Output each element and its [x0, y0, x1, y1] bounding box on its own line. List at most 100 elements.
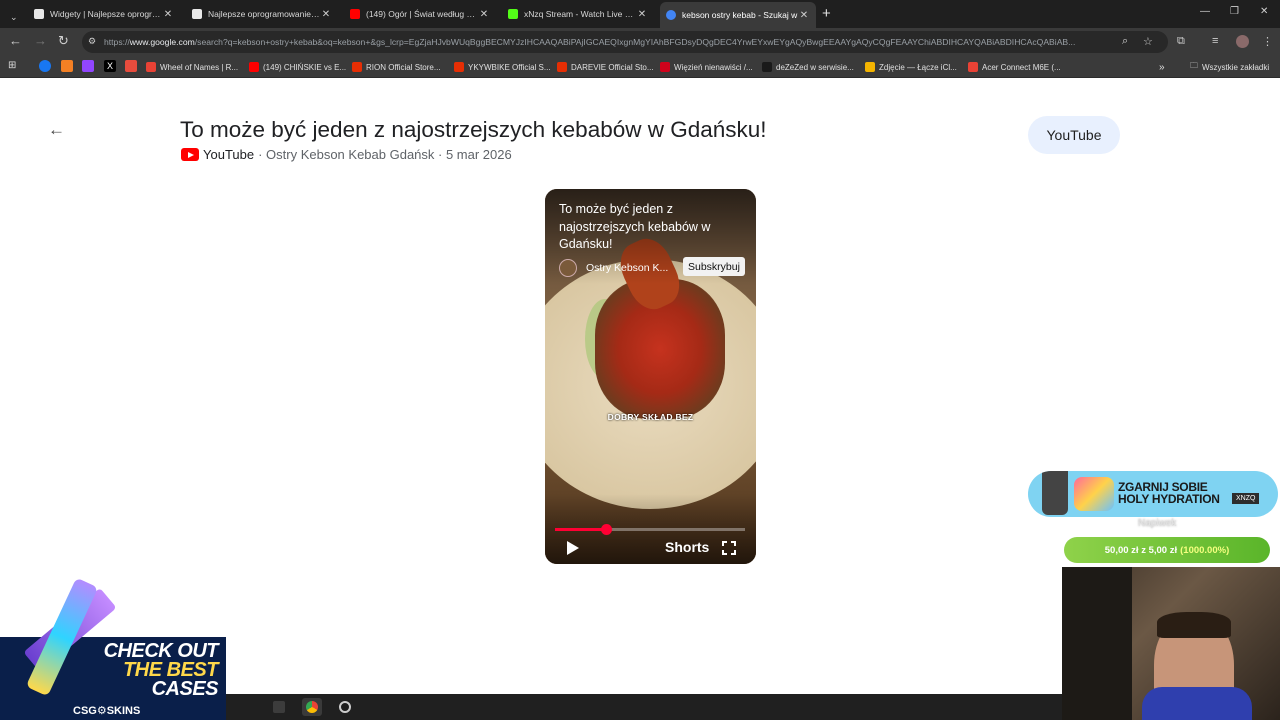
- bookmark-item[interactable]: Więzień nienawiści /...: [660, 60, 753, 74]
- browser-tab-bar: ⌄ Widgety | Najlepsze oprogramowanie ✕ N…: [0, 0, 1280, 28]
- sponsor-ad: CHECK OUT THE BEST CASES CSG⚙SKINS: [0, 577, 226, 720]
- all-bookmarks-label: Wszystkie zakładki: [1202, 62, 1270, 72]
- bookmark-item[interactable]: YKYWBIKE Official S...: [454, 60, 551, 74]
- terminal-taskbar-icon[interactable]: [269, 698, 289, 716]
- webcam-hair: [1157, 612, 1231, 638]
- back-arrow-icon[interactable]: ←: [48, 120, 65, 140]
- bookmark-label: Zdjęcie — Łącze iCl...: [879, 62, 957, 72]
- windows-taskbar: [226, 694, 1062, 720]
- fullscreen-icon[interactable]: [722, 541, 736, 555]
- result-meta-text: · Ostry Kebson Kebab Gdańsk · 5 mar 2026: [258, 147, 512, 162]
- video-channel[interactable]: Ostry Kebson K...: [559, 259, 668, 277]
- ad-brand: CSG⚙SKINS: [73, 705, 141, 717]
- url-domain: www.google.com: [129, 37, 195, 47]
- youtube-chip-button[interactable]: YouTube: [1028, 116, 1120, 154]
- bookmark-favicon-icon: [660, 62, 670, 72]
- bookmark-favicon-icon: [762, 62, 772, 72]
- all-bookmarks-folder[interactable]: 🗀 Wszystkie zakładki: [1190, 60, 1269, 74]
- bookmark-item[interactable]: RION Official Store...: [352, 60, 441, 74]
- bookmark-label: YKYWBIKE Official S...: [468, 62, 551, 72]
- twitch-icon[interactable]: [82, 60, 94, 72]
- bookmark-item[interactable]: deZeZed w serwisie...: [762, 60, 854, 74]
- play-icon[interactable]: [567, 541, 579, 555]
- bookmark-favicon-icon: [352, 62, 362, 72]
- webcam-shirt: [1142, 687, 1252, 720]
- bookmark-item[interactable]: Acer Connect M6E (...: [968, 60, 1061, 74]
- menu-kebab-icon[interactable]: ⋮: [1262, 35, 1273, 48]
- url-prefix: https://: [104, 37, 130, 47]
- bookmark-item[interactable]: (149) CHIŃSKIE vs E...: [249, 60, 346, 74]
- tab-search-menu-icon[interactable]: ⌄: [4, 6, 24, 28]
- bookmark-icon[interactable]: [61, 60, 73, 72]
- close-icon[interactable]: ✕: [636, 9, 648, 20]
- donation-goal-bar: 50,00 zł z 5,00 zł (1000.00%): [1064, 537, 1270, 563]
- result-title[interactable]: To może być jeden z najostrzejszych keba…: [180, 117, 767, 143]
- chrome-taskbar-icon[interactable]: [302, 698, 322, 716]
- bookmark-star-icon[interactable]: ☆: [1143, 35, 1153, 48]
- forward-icon[interactable]: →: [34, 34, 47, 48]
- restore-icon[interactable]: ❐: [1230, 6, 1239, 17]
- bookmark-item[interactable]: Wheel of Names | R...: [146, 60, 238, 74]
- tab-label: Widgety | Najlepsze oprogramowanie: [50, 9, 162, 19]
- bookmark-label: Acer Connect M6E (...: [982, 62, 1061, 72]
- window-close-icon[interactable]: ✕: [1260, 6, 1268, 17]
- tab-widgety[interactable]: Widgety | Najlepsze oprogramowanie ✕: [28, 3, 180, 25]
- tab-google-search[interactable]: kebson ostry kebab - Szukaj w ✕: [660, 2, 816, 28]
- address-bar[interactable]: https://www.google.com/search?q=kebson+o…: [82, 31, 1168, 53]
- donate-goal: 5,00 zł: [1148, 544, 1178, 556]
- minimize-icon[interactable]: —: [1200, 6, 1210, 17]
- obs-taskbar-icon[interactable]: [335, 698, 355, 716]
- video-progress-bar[interactable]: [555, 524, 745, 535]
- bookmark-label: RION Official Store...: [366, 62, 441, 72]
- stream-promo-banner: ZGARNIJ SOBIE HOLY HYDRATION XNZQ: [1028, 471, 1278, 517]
- promo-text-line2: HOLY HYDRATION: [1118, 492, 1220, 506]
- x-icon[interactable]: X: [104, 60, 116, 72]
- tab-favicon-icon: [34, 9, 44, 19]
- shorts-logo: Shorts: [665, 539, 710, 555]
- close-icon[interactable]: ✕: [320, 9, 332, 20]
- video-caption: DOBRY SKŁAD BEZ: [607, 412, 694, 422]
- subscribe-button[interactable]: Subskrybuj: [683, 257, 745, 276]
- folder-icon: 🗀: [1190, 61, 1198, 70]
- result-meta: YouTube · Ostry Kebson Kebab Gdańsk · 5 …: [181, 147, 512, 162]
- bookmark-item[interactable]: DAREVIE Official Sto...: [557, 60, 654, 74]
- bookmark-favicon-icon: [557, 62, 567, 72]
- bookmark-favicon-icon: [146, 62, 156, 72]
- channel-name: Ostry Kebson K...: [586, 262, 669, 274]
- tab-youtube[interactable]: (149) Ogór | Świat według Kiep ✕: [344, 3, 496, 25]
- close-icon[interactable]: ✕: [162, 9, 174, 20]
- video-player[interactable]: To może być jeden z najostrzejszych keba…: [545, 189, 756, 564]
- tab-kick[interactable]: xNzq Stream - Watch Live on K ✕: [502, 3, 654, 25]
- reload-icon[interactable]: ↻: [58, 34, 69, 48]
- media-control-icon[interactable]: ≡: [1212, 35, 1218, 47]
- bookmark-item[interactable]: Zdjęcie — Łącze iCl...: [865, 60, 957, 74]
- apps-grid-icon[interactable]: ⊞: [8, 60, 20, 72]
- tab-label: Najlepsze oprogramowanie do: [208, 9, 320, 19]
- webcam-background: [1062, 567, 1132, 720]
- streamer-webcam: [1062, 567, 1280, 720]
- profile-avatar-icon[interactable]: [1236, 35, 1249, 48]
- result-source: YouTube: [203, 147, 255, 162]
- ad-line3: CASES: [151, 678, 219, 700]
- shaker-bottle-image: [1042, 471, 1068, 515]
- youtube-logo-icon: [181, 148, 199, 161]
- bookmark-favicon-icon: [968, 62, 978, 72]
- browser-toolbar: ← → ↻ https://www.google.com/search?q=ke…: [0, 28, 1280, 56]
- site-info-icon[interactable]: ⚙: [88, 36, 96, 47]
- facebook-icon[interactable]: [39, 60, 51, 72]
- close-icon[interactable]: ✕: [478, 9, 490, 20]
- donate-amount: 50,00 zł: [1104, 544, 1139, 556]
- zoom-icon[interactable]: ⌕: [1122, 35, 1128, 48]
- more-bookmarks-icon[interactable]: »: [1159, 60, 1165, 74]
- promo-text: ZGARNIJ SOBIE HOLY HYDRATION: [1118, 481, 1220, 505]
- extensions-icon[interactable]: ⧉: [1177, 35, 1185, 48]
- bookmark-favicon-icon: [865, 62, 875, 72]
- back-icon[interactable]: ←: [9, 34, 22, 48]
- new-tab-button[interactable]: +: [822, 5, 831, 22]
- promo-splash-image: [1074, 477, 1114, 511]
- close-icon[interactable]: ✕: [798, 10, 810, 21]
- bookmark-favicon-icon: [454, 62, 464, 72]
- tab-oprogramowanie[interactable]: Najlepsze oprogramowanie do ✕: [186, 3, 338, 25]
- bookmark-icon[interactable]: [125, 60, 137, 72]
- kick-icon: [508, 9, 518, 19]
